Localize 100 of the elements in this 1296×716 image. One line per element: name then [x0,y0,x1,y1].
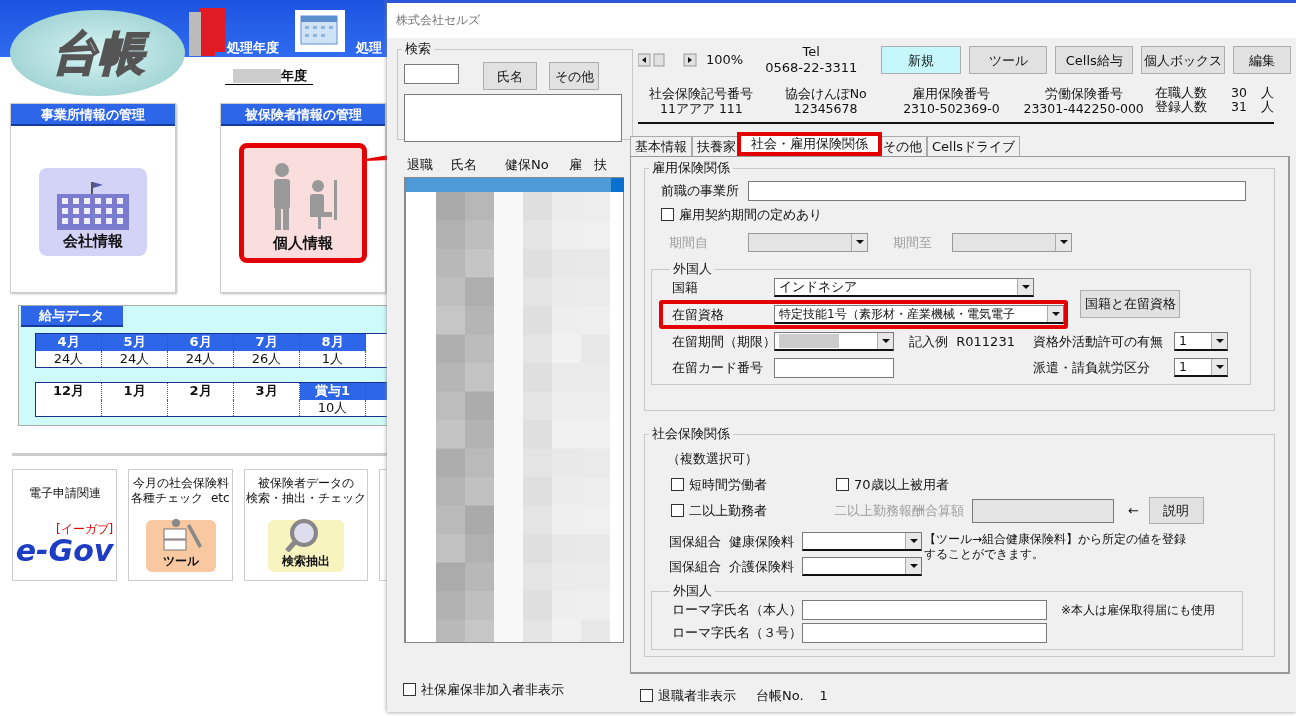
redaction-block [233,68,281,83]
info-label: 協会けんぽNo [784,86,867,101]
toolbar-button[interactable]: 編集 [1233,46,1292,74]
ledger-number: 1 [819,687,828,705]
search-results-field[interactable] [404,94,622,142]
info-value: 23301-442250-000 [1023,101,1144,116]
zoom-scrollbar[interactable] [638,52,698,68]
toolbar-button[interactable]: 個人ボックス [1141,46,1226,74]
menu-button[interactable]: 個人情報 [239,143,367,263]
month-header: 7月 [233,333,300,351]
nationality-button[interactable]: 国籍と在留資格 [1080,289,1180,318]
dropdown-field[interactable] [774,332,894,352]
table-cell: 1人 [299,350,366,368]
panel-title: 給与データ [21,306,123,327]
month-header: 6月 [167,333,234,351]
count-unit: 人 [1261,86,1274,100]
tab[interactable]: 社会・雇用保険関係 [737,132,882,156]
checkbox[interactable] [640,689,653,703]
field-label: 在留資格 [672,305,725,324]
field-label: 前職の事業所 [661,182,740,201]
hint-text: 【ツール→組合健康保険料】から所定の値を登録することができます。 [924,532,1188,562]
dropdown-field[interactable]: 1 [1174,358,1228,377]
text-field[interactable] [774,357,894,378]
tool-button[interactable]: ツール [145,520,216,572]
field-label: 派遣・請負就労区分 [1033,358,1151,377]
table-cell: 24人 [167,350,234,368]
panel-title: 事業所情報の管理 [11,104,175,126]
search-button[interactable]: 氏名 [483,62,537,90]
search-button[interactable]: その他 [549,62,599,90]
dropdown-arrow-icon [1021,285,1030,290]
field-label: 在留カード番号 [672,358,764,377]
hint-text: ※本人は雇保取得届にも使用 [1061,602,1216,619]
text-field[interactable] [802,600,1047,620]
checkbox[interactable] [403,682,416,696]
dropdown-field[interactable] [802,556,922,576]
search-button[interactable]: 検索抽出 [268,520,344,572]
checkbox-label: 雇用契約期間の定めあり [679,206,822,224]
dropdown-arrow-icon [1059,240,1068,245]
dropdown-arrow-icon [909,563,918,568]
dropdown-arrow-icon [1215,339,1224,344]
toolbar-button[interactable]: 新規 [881,46,962,74]
dropdown-arrow-icon [909,539,918,544]
field-label: 資格外活動許可の有無 [1033,333,1164,351]
checkbox[interactable] [671,477,684,491]
count-value: 31 [1230,100,1247,114]
tab[interactable]: Cellsドライブ [927,136,1021,156]
field-label: 二以上勤務報酬合算額 [834,501,965,520]
hint-text: （複数選択可） [667,450,759,468]
toolbar-button[interactable]: ツール [969,46,1048,74]
month-header: 5月 [101,333,168,351]
text-field[interactable] [748,181,1246,201]
info-value: 11アアア 111 [660,101,743,116]
dropdown-arrow-icon [855,240,864,245]
group-label: 社会保険関係 [651,427,731,441]
column-header: 氏名 [451,156,477,174]
text-field[interactable] [802,623,1047,643]
dropdown-arrow-icon [881,339,890,344]
field-label: ローマ字氏名（本人） [672,601,802,620]
checkbox[interactable] [836,477,849,491]
column-header: 雇 [568,156,582,174]
checkbox-label: 退職者非表示 [658,687,736,705]
month-header: 賞与1 [299,382,366,400]
menu-button[interactable]: 会社情報 [39,168,147,256]
checkbox[interactable] [671,504,684,517]
menu-tile[interactable]: 今月の社会保険料 各種チェック etc ツール [128,469,233,581]
info-label: 社会保険記号番号 [649,86,754,101]
month-header: 4月 [35,333,102,351]
dropdown-field[interactable] [802,532,922,552]
table-cell: 24人 [35,350,102,368]
year-label: 処理年度 [227,39,279,57]
tab[interactable]: 基本情報 [630,136,692,156]
column-header: 健保No [505,156,549,174]
tile-caption: 被保険者データの [258,476,354,491]
arrow-text: ← [1128,501,1139,520]
field-label: 期間自 [669,233,709,252]
search-field[interactable] [404,64,459,84]
checkbox-label: 二以上勤務者 [689,501,767,520]
field-label: 国保組合 介護保険料 [669,557,796,576]
explain-button[interactable]: 説明 [1148,497,1204,524]
dropdown-arrow-icon [1051,311,1060,316]
zoom-level: 100% [706,51,744,70]
group-label: 外国人 [672,262,713,276]
panel-title: 被保険者情報の管理 [221,104,385,126]
info-label: 雇用保険番号 [912,86,991,101]
column-header: 退職 [407,156,433,174]
tile-caption: 今月の社会保険料 [132,476,229,491]
field-label: 国保組合 健康保険料 [669,533,796,551]
dropdown-field[interactable]: インドネシア [774,278,1034,298]
menu-tile[interactable]: 被保険者データの 検索・抽出・チェック 検索抽出 [244,469,368,581]
calendar-icon [295,10,345,52]
checkbox[interactable] [661,208,674,222]
dropdown-field[interactable]: 特定技能1号（素形材・産業機械・電気電子 [774,304,1064,324]
menu-tile[interactable]: 電子申請関連 [イーガブ] e-Gov [12,469,117,581]
tile-caption: 電子申請関連 [28,486,101,501]
dropdown-field[interactable]: 1 [1174,332,1228,352]
tile-caption: 検索・抽出・チェック [246,491,366,506]
toolbar-button[interactable]: Cells給与 [1055,46,1134,74]
checkbox-label: 短時間労働者 [689,475,767,494]
table-cell: 26人 [233,350,300,368]
phone-label: Tel [802,44,820,60]
